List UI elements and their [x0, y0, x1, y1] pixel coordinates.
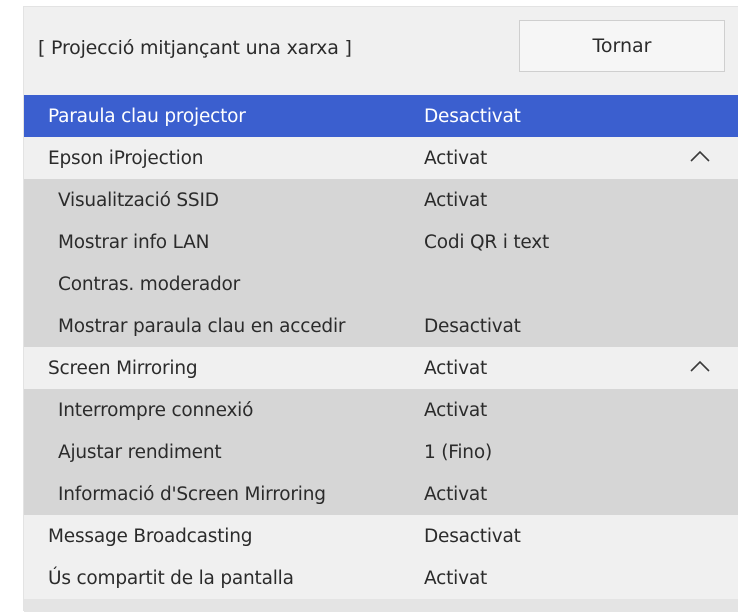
- menu-item-value: Activat: [424, 189, 488, 211]
- chevron-up-icon[interactable]: [689, 149, 711, 163]
- menu-item-label: Screen Mirroring: [48, 357, 198, 379]
- menu-item-value: Desactivat: [424, 525, 521, 547]
- menu-item-screen-sharing[interactable]: Ús compartit de la pantalla Activat: [24, 557, 738, 599]
- menu-item-adjust-performance[interactable]: Ajustar rendiment 1 (Fino): [24, 431, 738, 473]
- menu-item-label: Interrompre connexió: [58, 399, 254, 421]
- menu-item-show-keyword-on-access[interactable]: Mostrar paraula clau en accedir Desactiv…: [24, 305, 738, 347]
- menu-item-value: Activat: [424, 567, 488, 589]
- menu-item-moderator-password[interactable]: Contras. moderador: [24, 263, 738, 305]
- menu-item-label: Mostrar info LAN: [58, 231, 210, 253]
- menu-item-value: Codi QR i text: [424, 231, 550, 253]
- menu-item-label: Ajustar rendiment: [58, 441, 222, 463]
- menu-item-message-broadcasting[interactable]: Message Broadcasting Desactivat: [24, 515, 738, 557]
- menu-item-label: Epson iProjection: [48, 147, 204, 169]
- menu-item-lan-info[interactable]: Mostrar info LAN Codi QR i text: [24, 221, 738, 263]
- menu-header: [ Projecció mitjançant una xarxa ] Torna…: [24, 7, 738, 89]
- panel-bottom-edge: [24, 599, 738, 612]
- settings-menu: Paraula clau projector Desactivat Epson …: [24, 95, 738, 599]
- chevron-up-icon[interactable]: [689, 359, 711, 373]
- menu-item-interrupt-connection[interactable]: Interrompre connexió Activat: [24, 389, 738, 431]
- menu-item-value: Activat: [424, 399, 488, 421]
- menu-item-label: Contras. moderador: [58, 273, 241, 295]
- menu-item-value: Activat: [424, 147, 488, 169]
- menu-item-screen-mirroring-info[interactable]: Informació d'Screen Mirroring Activat: [24, 473, 738, 515]
- menu-item-projector-keyword[interactable]: Paraula clau projector Desactivat: [24, 95, 738, 137]
- settings-panel: [ Projecció mitjançant una xarxa ] Torna…: [23, 6, 738, 612]
- menu-item-label: Message Broadcasting: [48, 525, 253, 547]
- menu-item-ssid-display[interactable]: Visualització SSID Activat: [24, 179, 738, 221]
- menu-item-value: Activat: [424, 483, 488, 505]
- menu-item-label: Ús compartit de la pantalla: [48, 567, 294, 589]
- menu-item-label: Paraula clau projector: [48, 105, 246, 127]
- menu-item-value: Desactivat: [424, 105, 521, 127]
- menu-item-value: Desactivat: [424, 315, 521, 337]
- menu-item-label: Informació d'Screen Mirroring: [58, 483, 326, 505]
- menu-item-epson-iprojection[interactable]: Epson iProjection Activat: [24, 137, 738, 179]
- menu-item-screen-mirroring[interactable]: Screen Mirroring Activat: [24, 347, 738, 389]
- menu-item-label: Visualització SSID: [58, 189, 219, 211]
- menu-item-value: 1 (Fino): [424, 441, 492, 463]
- page-title: [ Projecció mitjançant una xarxa ]: [38, 37, 352, 59]
- menu-item-value: Activat: [424, 357, 488, 379]
- back-button[interactable]: Tornar: [519, 20, 725, 72]
- menu-item-label: Mostrar paraula clau en accedir: [58, 315, 346, 337]
